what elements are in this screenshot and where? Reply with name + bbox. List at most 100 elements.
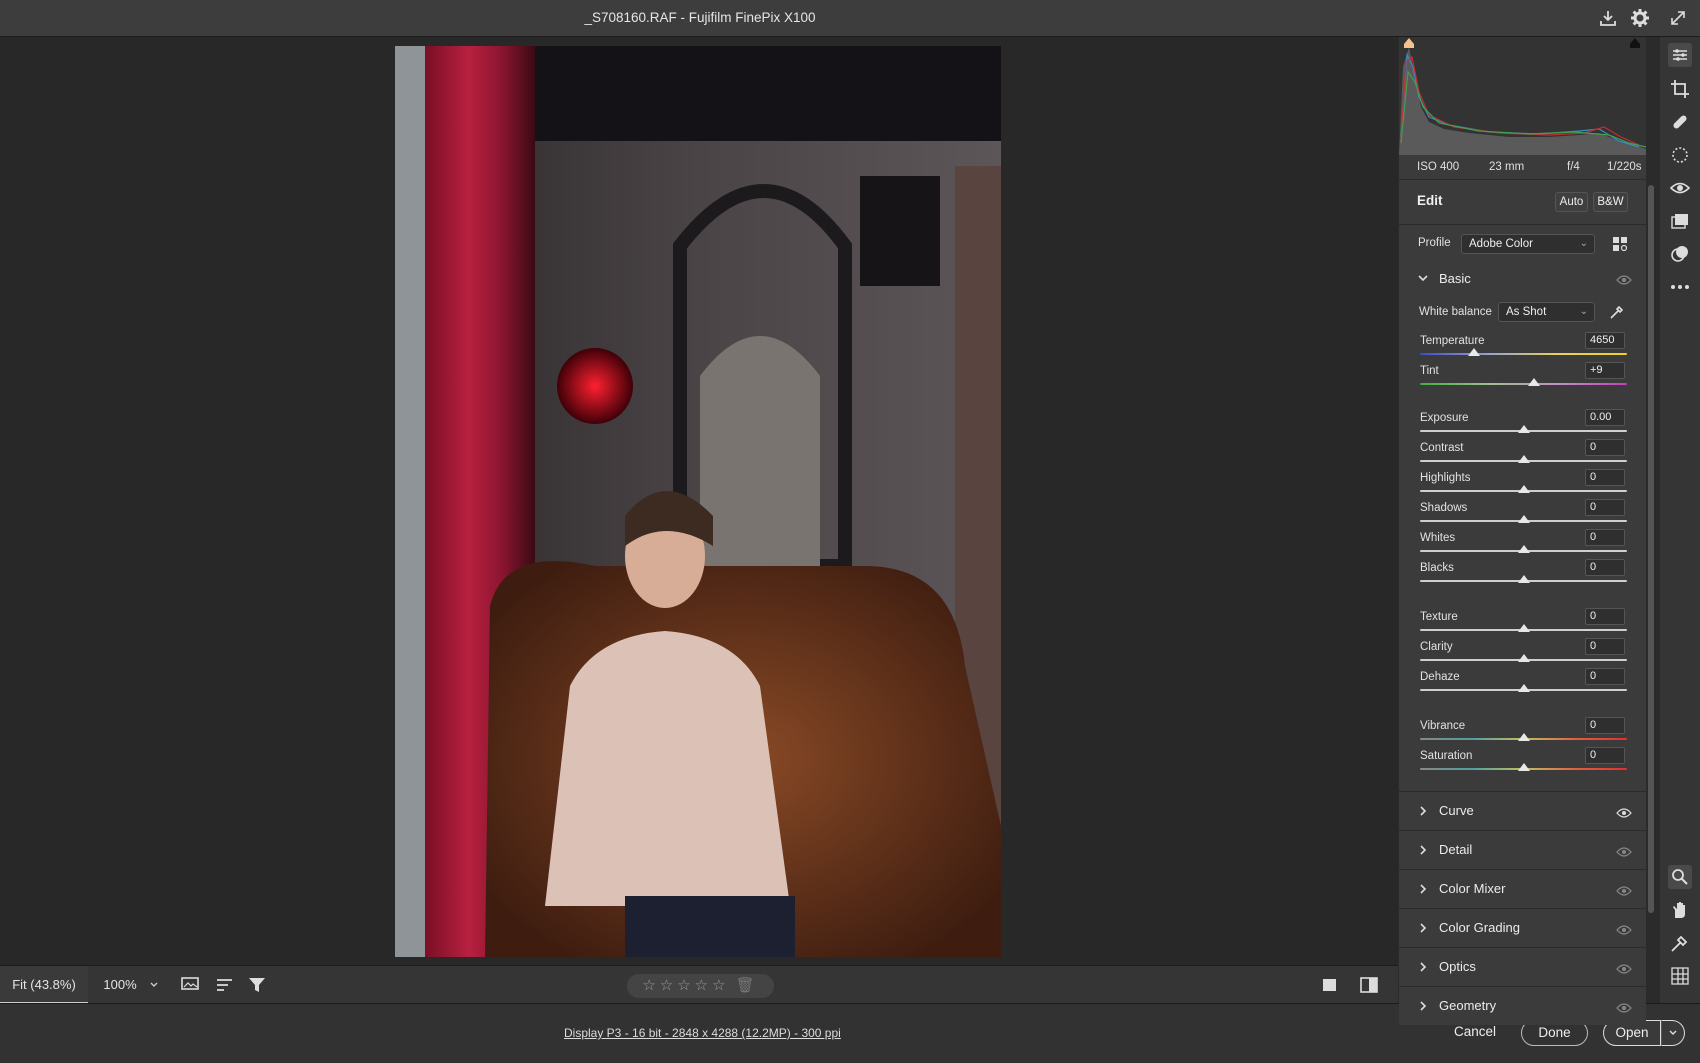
slider-highlights-value[interactable]: 0 xyxy=(1585,469,1625,486)
profile-dropdown[interactable]: Adobe Color ⌄ xyxy=(1461,234,1595,254)
eye-icon[interactable] xyxy=(1616,274,1632,286)
eye-icon[interactable] xyxy=(1616,846,1632,858)
single-view-icon[interactable] xyxy=(1320,975,1340,995)
slider-whites-thumb[interactable] xyxy=(1517,545,1530,553)
slider-dehaze-value[interactable]: 0 xyxy=(1585,668,1625,685)
slider-whites[interactable]: Whites 0 xyxy=(1399,529,1646,560)
slider-saturation-value[interactable]: 0 xyxy=(1585,747,1625,764)
slider-tint-thumb[interactable] xyxy=(1527,378,1540,386)
save-icon[interactable] xyxy=(1596,6,1620,30)
edit-sliders-icon[interactable] xyxy=(1668,43,1692,67)
slider-exposure-value[interactable]: 0.00 xyxy=(1585,409,1625,426)
slider-blacks[interactable]: Blacks 0 xyxy=(1399,559,1646,590)
slider-texture-thumb[interactable] xyxy=(1517,624,1530,632)
slider-vibrance-thumb[interactable] xyxy=(1517,733,1530,741)
slider-tint-value[interactable]: +9 xyxy=(1585,362,1625,379)
eye-icon[interactable] xyxy=(1616,807,1632,819)
slider-whites-value[interactable]: 0 xyxy=(1585,529,1625,546)
section-color-grading[interactable]: Color Grading xyxy=(1399,909,1646,947)
slider-shadows-thumb[interactable] xyxy=(1517,515,1530,523)
zoom-icon[interactable] xyxy=(1668,865,1692,889)
slider-clarity-thumb[interactable] xyxy=(1517,654,1530,662)
gear-icon[interactable] xyxy=(1628,6,1652,30)
slider-dehaze-thumb[interactable] xyxy=(1517,684,1530,692)
slider-temperature-track[interactable] xyxy=(1420,353,1627,355)
section-geometry[interactable]: Geometry xyxy=(1399,987,1646,1025)
slider-vibrance-value[interactable]: 0 xyxy=(1585,717,1625,734)
image-canvas[interactable] xyxy=(0,37,1398,965)
slider-saturation[interactable]: Saturation 0 xyxy=(1399,747,1646,778)
crop-icon[interactable] xyxy=(1668,77,1692,101)
slider-contrast[interactable]: Contrast 0 xyxy=(1399,439,1646,470)
healing-icon[interactable] xyxy=(1668,110,1692,134)
slider-tint-track[interactable] xyxy=(1420,383,1627,385)
chevron-down-icon[interactable] xyxy=(148,979,160,991)
slider-temperature-value[interactable]: 4650 xyxy=(1585,332,1625,349)
white-balance-dropdown[interactable]: As Shot ⌄ xyxy=(1498,302,1595,322)
eyedropper-icon[interactable] xyxy=(1608,303,1626,321)
sort-icon[interactable] xyxy=(214,974,236,996)
bw-button[interactable]: B&W xyxy=(1593,192,1628,212)
slider-exposure[interactable]: Exposure 0.00 xyxy=(1399,409,1646,440)
more-icon[interactable] xyxy=(1668,275,1692,299)
auto-button[interactable]: Auto xyxy=(1555,192,1588,212)
eye-icon[interactable] xyxy=(1616,963,1632,975)
slider-tint[interactable]: Tint +9 xyxy=(1399,362,1646,393)
color-sampler-icon[interactable] xyxy=(1668,931,1692,955)
red-eye-icon[interactable] xyxy=(1668,176,1692,200)
zoom-fit-button[interactable]: Fit (43.8%) xyxy=(0,966,88,1004)
shadow-clipping-icon[interactable] xyxy=(1402,37,1416,49)
slider-texture[interactable]: Texture 0 xyxy=(1399,608,1646,639)
slider-clarity[interactable]: Clarity 0 xyxy=(1399,638,1646,669)
slider-shadows[interactable]: Shadows 0 xyxy=(1399,499,1646,530)
slider-highlights[interactable]: Highlights 0 xyxy=(1399,469,1646,500)
eye-icon[interactable] xyxy=(1616,885,1632,897)
zoom-100-button[interactable]: 100% xyxy=(90,966,150,1004)
slider-shadows-value[interactable]: 0 xyxy=(1585,499,1625,516)
presets-icon[interactable] xyxy=(1668,209,1692,233)
slider-highlights-thumb[interactable] xyxy=(1517,485,1530,493)
star-rating[interactable]: ☆☆☆☆☆ 🗑 xyxy=(627,974,774,998)
slider-saturation-thumb[interactable] xyxy=(1517,763,1530,771)
view-toolbar: Fit (43.8%) 100% ☆☆☆☆☆ 🗑 xyxy=(0,965,1398,1004)
before-after-icon[interactable] xyxy=(1358,974,1380,996)
hand-icon[interactable] xyxy=(1668,898,1692,922)
panel-scrollbar[interactable] xyxy=(1648,185,1654,913)
histogram[interactable] xyxy=(1399,37,1646,155)
slider-temperature[interactable]: Temperature 4650 xyxy=(1399,332,1646,363)
section-color-mixer[interactable]: Color Mixer xyxy=(1399,870,1646,908)
slider-clarity-value[interactable]: 0 xyxy=(1585,638,1625,655)
photo-preview[interactable] xyxy=(395,46,1001,957)
grid-icon[interactable] xyxy=(1668,964,1692,988)
slider-vibrance[interactable]: Vibrance 0 xyxy=(1399,717,1646,748)
slider-dehaze[interactable]: Dehaze 0 xyxy=(1399,668,1646,699)
slider-blacks-value[interactable]: 0 xyxy=(1585,559,1625,576)
open-options-button[interactable] xyxy=(1661,1020,1685,1046)
rating-stars[interactable]: ☆☆☆☆☆ xyxy=(642,977,729,994)
chevron-right-icon xyxy=(1420,923,1427,933)
filter-icon[interactable] xyxy=(246,974,268,996)
slider-clarity-label: Clarity xyxy=(1420,641,1453,653)
trash-icon[interactable]: 🗑 xyxy=(736,977,759,994)
slider-texture-value[interactable]: 0 xyxy=(1585,608,1625,625)
workflow-options-link[interactable]: Display P3 - 16 bit - 2848 x 4288 (12.2M… xyxy=(564,1026,841,1040)
edit-header: Edit Auto B&W xyxy=(1399,180,1646,224)
slider-temperature-thumb[interactable] xyxy=(1467,348,1480,356)
section-basic[interactable]: Basic xyxy=(1399,259,1646,297)
filmstrip-icon[interactable] xyxy=(180,974,202,996)
snapshots-icon[interactable] xyxy=(1668,242,1692,266)
slider-contrast-thumb[interactable] xyxy=(1517,455,1530,463)
slider-contrast-value[interactable]: 0 xyxy=(1585,439,1625,456)
slider-blacks-thumb[interactable] xyxy=(1517,575,1530,583)
masking-icon[interactable] xyxy=(1668,143,1692,167)
eye-icon[interactable] xyxy=(1616,1002,1632,1014)
expand-icon[interactable] xyxy=(1666,6,1690,30)
chevron-down-icon: ⌄ xyxy=(1579,306,1588,317)
section-optics[interactable]: Optics xyxy=(1399,948,1646,986)
slider-exposure-thumb[interactable] xyxy=(1517,425,1530,433)
profile-browser-icon[interactable] xyxy=(1611,235,1629,253)
eye-icon[interactable] xyxy=(1616,924,1632,936)
section-detail[interactable]: Detail xyxy=(1399,831,1646,869)
section-curve[interactable]: Curve xyxy=(1399,792,1646,830)
highlight-clipping-icon[interactable] xyxy=(1628,37,1642,49)
